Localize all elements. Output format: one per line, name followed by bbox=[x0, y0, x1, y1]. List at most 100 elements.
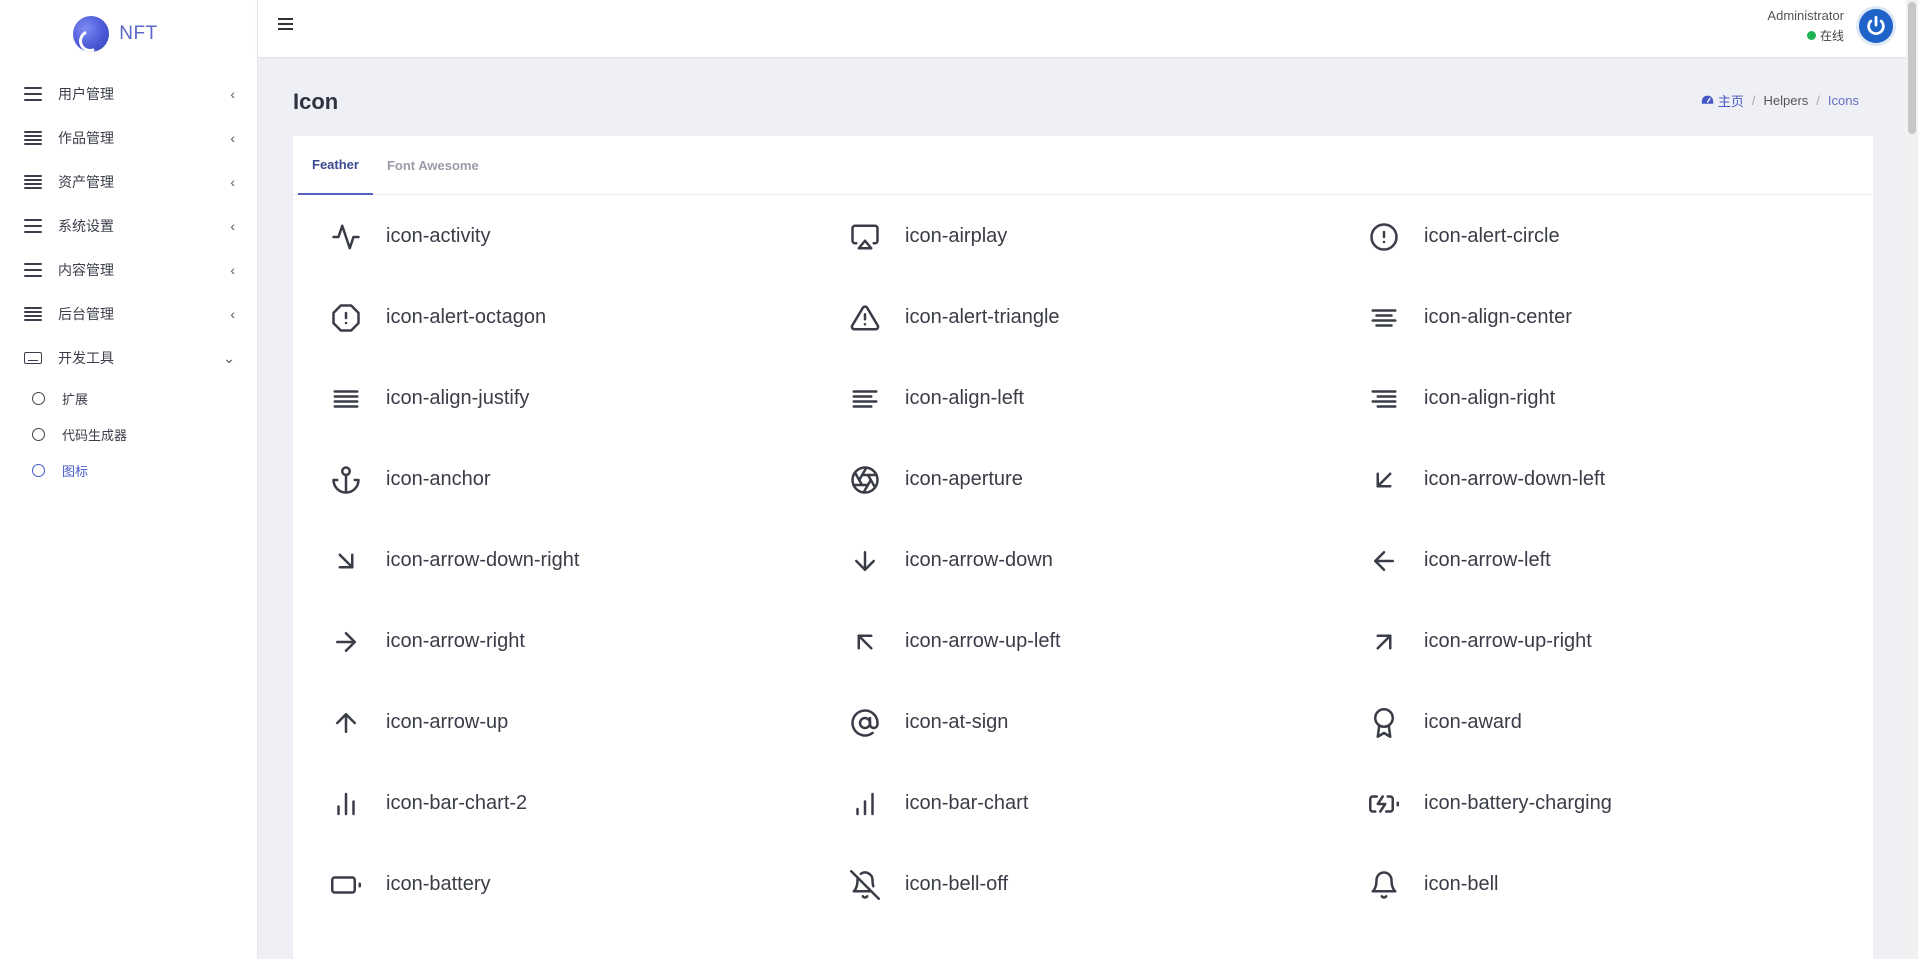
brand[interactable]: NFT bbox=[0, 0, 257, 68]
sidebar-item-works-management[interactable]: 作品管理 ‹ bbox=[0, 116, 257, 160]
bar-chart-icon bbox=[849, 788, 881, 820]
sidebar-subitem-label: 代码生成器 bbox=[62, 427, 128, 443]
sidebar-item-backend-management[interactable]: 后台管理 ‹ bbox=[0, 292, 257, 336]
avatar[interactable] bbox=[1856, 6, 1896, 46]
battery-charging-icon bbox=[1368, 788, 1400, 820]
align-justify-icon bbox=[330, 383, 362, 415]
tab-font-awesome[interactable]: Font Awesome bbox=[373, 136, 493, 195]
icon-item-arrow-up[interactable]: icon-arrow-up bbox=[293, 682, 812, 763]
icon-item-align-justify[interactable]: icon-align-justify bbox=[293, 358, 812, 439]
icon-item-award[interactable]: icon-award bbox=[1331, 682, 1850, 763]
keyboard-icon bbox=[24, 352, 42, 364]
align-left-icon bbox=[849, 383, 881, 415]
icon-item-battery[interactable]: icon-battery bbox=[293, 844, 812, 925]
arrow-left-icon bbox=[1368, 545, 1400, 577]
sidebar-subitem-icons[interactable]: 图标 bbox=[0, 452, 257, 488]
icon-item-label: icon-alert-circle bbox=[1424, 225, 1560, 247]
tab-feather[interactable]: Feather bbox=[298, 136, 373, 195]
icon-item-alert-octagon[interactable]: icon-alert-octagon bbox=[293, 277, 812, 358]
menu-toggle-icon[interactable] bbox=[278, 18, 293, 30]
page-title: Icon bbox=[293, 89, 339, 114]
icon-item-align-left[interactable]: icon-align-left bbox=[812, 358, 1331, 439]
icon-item-arrow-up-left[interactable]: icon-arrow-up-left bbox=[812, 601, 1331, 682]
topbar: Administrator 在线 bbox=[258, 0, 1918, 57]
power-icon bbox=[1867, 15, 1885, 35]
circle-icon bbox=[32, 463, 45, 477]
arrow-up-left-icon bbox=[849, 626, 881, 658]
battery-icon bbox=[330, 869, 362, 901]
align-right-icon bbox=[1368, 383, 1400, 415]
icon-item-align-right[interactable]: icon-align-right bbox=[1331, 358, 1850, 439]
icon-item-alert-triangle[interactable]: icon-alert-triangle bbox=[812, 277, 1331, 358]
sidebar-item-label: 内容管理 bbox=[58, 262, 114, 278]
sidebar-item-label: 系统设置 bbox=[58, 218, 114, 234]
sidebar-item-user-management[interactable]: 用户管理 ‹ bbox=[0, 72, 257, 116]
icon-item-bell[interactable]: icon-bell bbox=[1331, 844, 1850, 925]
sidebar-subitem-extensions[interactable]: 扩展 bbox=[0, 380, 257, 416]
icon-item-activity[interactable]: icon-activity bbox=[293, 196, 812, 277]
user-status-text: 在线 bbox=[1819, 29, 1844, 43]
icon-item-at-sign[interactable]: icon-at-sign bbox=[812, 682, 1331, 763]
icon-item-arrow-up-right[interactable]: icon-arrow-up-right bbox=[1331, 601, 1850, 682]
sidebar-submenu-dev-tools: 扩展 代码生成器 图标 bbox=[0, 380, 257, 488]
icon-item-arrow-down-left[interactable]: icon-arrow-down-left bbox=[1331, 439, 1850, 520]
icon-item-aperture[interactable]: icon-aperture bbox=[812, 439, 1331, 520]
icon-item-label: icon-arrow-up-right bbox=[1424, 630, 1592, 652]
chevron-left-icon: ‹ bbox=[230, 306, 235, 322]
icon-item-anchor[interactable]: icon-anchor bbox=[293, 439, 812, 520]
icon-item-label: icon-award bbox=[1424, 711, 1522, 733]
icon-item-label: icon-bar-chart-2 bbox=[386, 792, 528, 814]
icon-item-arrow-left[interactable]: icon-arrow-left bbox=[1331, 520, 1850, 601]
airplay-icon bbox=[849, 221, 881, 253]
breadcrumb-helpers[interactable]: Helpers bbox=[1764, 93, 1809, 108]
chevron-left-icon: ‹ bbox=[230, 218, 235, 234]
aperture-icon bbox=[849, 464, 881, 496]
user-status: 在线 bbox=[1767, 27, 1844, 44]
icon-item-label: icon-activity bbox=[386, 225, 491, 247]
page-scrollbar[interactable] bbox=[1906, 0, 1918, 959]
icon-item-bar-chart[interactable]: icon-bar-chart bbox=[812, 763, 1331, 844]
icon-item-label: icon-bell bbox=[1424, 873, 1499, 895]
breadcrumb-home[interactable]: 主页 bbox=[1701, 91, 1744, 110]
icon-item-bar-chart-2[interactable]: icon-bar-chart-2 bbox=[293, 763, 812, 844]
alert-triangle-icon bbox=[849, 302, 881, 334]
chevron-left-icon: ‹ bbox=[230, 262, 235, 278]
sidebar-item-dev-tools[interactable]: 开发工具 ⌄ bbox=[0, 336, 257, 380]
arrow-up-right-icon bbox=[1368, 626, 1400, 658]
icon-item-battery-charging[interactable]: icon-battery-charging bbox=[1331, 763, 1850, 844]
icon-item-bell-off[interactable]: icon-bell-off bbox=[812, 844, 1331, 925]
icon-item-label: icon-at-sign bbox=[905, 711, 1009, 733]
scrollbar-thumb[interactable] bbox=[1908, 2, 1916, 134]
icon-item-arrow-down-right[interactable]: icon-arrow-down-right bbox=[293, 520, 812, 601]
icon-item-label: icon-align-center bbox=[1424, 306, 1572, 328]
server-icon bbox=[24, 307, 42, 321]
sidebar-item-label: 资产管理 bbox=[58, 174, 114, 190]
icon-item-label: icon-bell-off bbox=[905, 873, 1009, 895]
sidebar-subitem-label: 扩展 bbox=[62, 391, 89, 407]
sidebar-subitem-label: 图标 bbox=[62, 463, 89, 479]
icon-item-arrow-down[interactable]: icon-arrow-down bbox=[812, 520, 1331, 601]
sidebar-item-asset-management[interactable]: 资产管理 ‹ bbox=[0, 160, 257, 204]
at-sign-icon bbox=[849, 707, 881, 739]
sidebar-item-label: 作品管理 bbox=[58, 130, 114, 146]
sidebar-item-system-settings[interactable]: 系统设置 ‹ bbox=[0, 204, 257, 248]
breadcrumb-separator: / bbox=[1816, 93, 1820, 108]
icon-item-label: icon-align-justify bbox=[386, 387, 530, 409]
icon-item-label: icon-arrow-down bbox=[905, 549, 1053, 571]
icon-item-align-center[interactable]: icon-align-center bbox=[1331, 277, 1850, 358]
icon-item-alert-circle[interactable]: icon-alert-circle bbox=[1331, 196, 1850, 277]
user-info[interactable]: Administrator 在线 bbox=[1767, 8, 1844, 44]
alert-circle-icon bbox=[1368, 221, 1400, 253]
sidebar: NFT 用户管理 ‹ 作品管理 ‹ 资产管理 ‹ 系统设置 ‹ 内容管理 ‹ 后… bbox=[0, 0, 258, 959]
align-center-icon bbox=[1368, 302, 1400, 334]
sidebar-item-content-management[interactable]: 内容管理 ‹ bbox=[0, 248, 257, 292]
icon-item-arrow-right[interactable]: icon-arrow-right bbox=[293, 601, 812, 682]
bell-icon bbox=[1368, 869, 1400, 901]
sidebar-subitem-code-generator[interactable]: 代码生成器 bbox=[0, 416, 257, 452]
chevron-left-icon: ‹ bbox=[230, 86, 235, 102]
icon-item-airplay[interactable]: icon-airplay bbox=[812, 196, 1331, 277]
brand-name: NFT bbox=[119, 23, 158, 44]
anchor-icon bbox=[330, 464, 362, 496]
circle-icon bbox=[32, 427, 45, 441]
bars-icon bbox=[24, 87, 42, 101]
